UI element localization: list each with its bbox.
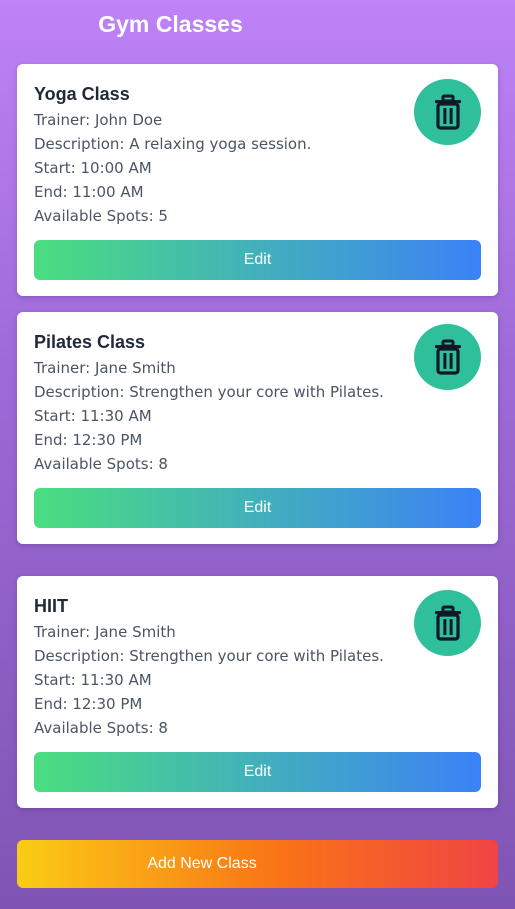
class-name: Pilates Class <box>34 332 146 352</box>
delete-button[interactable] <box>414 324 481 390</box>
class-name: Yoga Class <box>34 84 130 104</box>
add-new-class-label: Add New Class <box>147 855 257 872</box>
class-description: Description: Strengthen your core with P… <box>34 383 384 401</box>
class-start: Start: 11:30 AM <box>34 671 152 689</box>
trash-icon <box>434 94 461 130</box>
class-description: Description: A relaxing yoga session. <box>34 135 312 153</box>
class-spots: Available Spots: 8 <box>34 719 168 737</box>
class-end: End: 12:30 PM <box>34 431 143 449</box>
class-spots: Available Spots: 8 <box>34 455 168 473</box>
edit-button[interactable]: Edit <box>34 752 481 792</box>
class-end: End: 11:00 AM <box>34 183 144 201</box>
class-name: HIIT <box>34 596 68 616</box>
class-end: End: 12:30 PM <box>34 695 143 713</box>
class-start: Start: 10:00 AM <box>34 159 152 177</box>
page-title: Gym Classes <box>98 11 243 37</box>
class-card-yoga: Yoga Class Trainer: John Doe Description… <box>17 64 498 296</box>
delete-button[interactable] <box>414 79 481 145</box>
class-trainer: Trainer: Jane Smith <box>34 623 176 641</box>
class-description: Description: Strengthen your core with P… <box>34 647 384 665</box>
class-card-pilates: Pilates Class Trainer: Jane Smith Descri… <box>17 312 498 544</box>
edit-button[interactable]: Edit <box>34 488 481 528</box>
add-new-class-button[interactable]: Add New Class <box>17 840 498 888</box>
class-trainer: Trainer: John Doe <box>34 111 163 129</box>
edit-button[interactable]: Edit <box>34 240 481 280</box>
class-start: Start: 11:30 AM <box>34 407 152 425</box>
trash-icon <box>434 605 461 641</box>
delete-button[interactable] <box>414 590 481 656</box>
trash-icon <box>434 339 461 375</box>
class-spots: Available Spots: 5 <box>34 207 168 225</box>
class-card-hiit: HIIT Trainer: Jane Smith Description: St… <box>17 576 498 808</box>
class-trainer: Trainer: Jane Smith <box>34 359 176 377</box>
